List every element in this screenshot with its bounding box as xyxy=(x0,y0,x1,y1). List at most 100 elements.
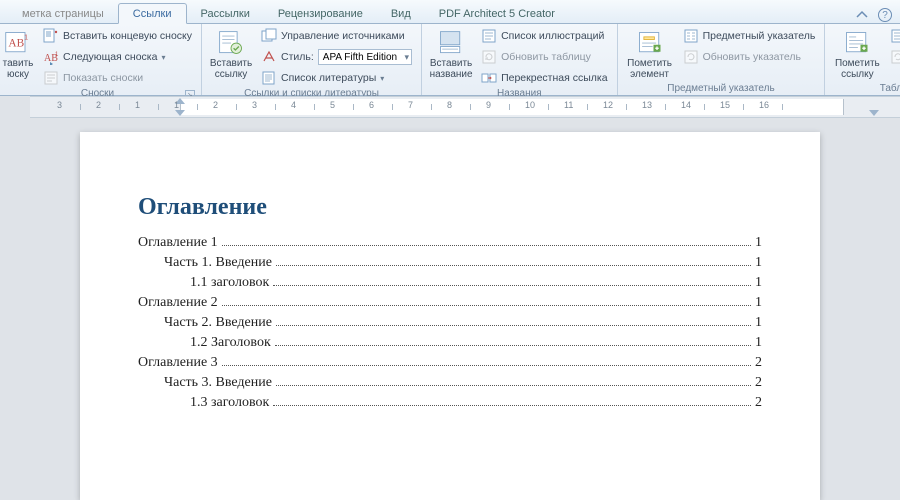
ruler-number: 12 xyxy=(603,100,613,110)
toc-entry[interactable]: 1.1 заголовок 1 xyxy=(138,275,762,291)
update-table-button[interactable]: Обновить таблицу xyxy=(478,47,610,67)
citation-style-combo[interactable]: APA Fifth Edition xyxy=(318,49,412,65)
toc-leader-dots xyxy=(222,245,751,246)
toc-leader-dots xyxy=(276,265,751,266)
toc-title: Оглавление xyxy=(138,192,762,221)
group-authorities-label: Таблица ссылок xyxy=(831,83,900,96)
manage-sources-button[interactable]: Управление источниками xyxy=(258,26,415,46)
toc-entry[interactable]: Часть 3. Введение 2 xyxy=(138,375,762,391)
mark-citation-button[interactable]: Пометить ссылку xyxy=(831,26,883,83)
bibliography-button[interactable]: Список литературы ▾ xyxy=(258,68,415,88)
toc-entry-text: 1.1 заголовок xyxy=(190,275,269,291)
right-indent-marker[interactable] xyxy=(869,110,879,116)
tab-view[interactable]: Вид xyxy=(377,4,425,23)
toc-leader-dots xyxy=(276,385,751,386)
chevron-down-icon: ▾ xyxy=(161,53,165,62)
toc-page-number: 2 xyxy=(755,395,762,411)
ribbon: AB1 тавить юску Вставить концевую сноску… xyxy=(0,24,900,96)
group-captions: Вставить название Список иллюстраций Обн… xyxy=(422,24,617,95)
toc-entry[interactable]: Часть 2. Введение 1 xyxy=(138,315,762,331)
footnote-icon: AB1 xyxy=(4,29,32,57)
insert-footnote-button-truncated[interactable]: AB1 тавить юску xyxy=(0,26,36,83)
tab-review[interactable]: Рецензирование xyxy=(264,4,377,23)
tab-pdf-architect[interactable]: PDF Architect 5 Creator xyxy=(425,4,569,23)
toc-entry-text: Оглавление 3 xyxy=(138,355,218,371)
group-citations: Вставить ссылку Управление источниками С… xyxy=(202,24,422,95)
list-of-figures-icon xyxy=(481,28,497,44)
toc-entry[interactable]: Оглавление 3 2 xyxy=(138,355,762,371)
toc-entry[interactable]: Оглавление 2 1 xyxy=(138,295,762,311)
list-of-figures-label: Список иллюстраций xyxy=(501,30,604,42)
insert-index-icon xyxy=(683,28,699,44)
toc-entry-text: Часть 3. Введение xyxy=(164,375,272,391)
ruler-number: 3 xyxy=(57,100,62,110)
toc-entry-text: 1.2 Заголовок xyxy=(190,335,271,351)
toc-page-number: 1 xyxy=(755,235,762,251)
toc-entry[interactable]: Оглавление 1 1 xyxy=(138,235,762,251)
endnote-icon xyxy=(43,28,59,44)
mark-citation-icon xyxy=(843,29,871,57)
document-workspace[interactable]: Оглавление Оглавление 1 1Часть 1. Введен… xyxy=(0,118,900,500)
show-notes-button[interactable]: Показать сноски xyxy=(40,68,195,88)
document-page[interactable]: Оглавление Оглавление 1 1Часть 1. Введен… xyxy=(80,132,820,500)
insert-citation-label: Вставить ссылку xyxy=(210,59,252,80)
ruler-number: 11 xyxy=(564,100,573,110)
insert-citation-button[interactable]: Вставить ссылку xyxy=(208,26,254,83)
cross-reference-label: Перекрестная ссылка xyxy=(501,72,607,84)
manage-sources-icon xyxy=(261,28,277,44)
toc-entry-text: Оглавление 1 xyxy=(138,235,218,251)
ribbon-tabstrip: метка страницы Ссылки Рассылки Рецензиро… xyxy=(0,0,900,24)
caption-icon xyxy=(437,29,465,57)
toc-leader-dots xyxy=(222,365,751,366)
list-of-figures-button[interactable]: Список иллюстраций xyxy=(478,26,610,46)
next-footnote-icon: AB1 xyxy=(43,49,59,65)
toc-entry[interactable]: 1.3 заголовок 2 xyxy=(138,395,762,411)
help-icon[interactable]: ? xyxy=(878,8,892,22)
hanging-indent-marker[interactable] xyxy=(175,110,185,116)
table-of-contents: Оглавление 1 1Часть 1. Введение 11.1 заг… xyxy=(138,235,762,411)
update-index-button[interactable]: Обновить указатель xyxy=(680,47,819,67)
chevron-down-icon: ▾ xyxy=(380,74,384,83)
toc-entry[interactable]: Часть 1. Введение 1 xyxy=(138,255,762,271)
next-footnote-button[interactable]: AB1 Следующая сноска ▾ xyxy=(40,47,195,67)
toc-page-number: 1 xyxy=(755,295,762,311)
toa-icon xyxy=(890,28,900,44)
toc-leader-dots xyxy=(275,345,751,346)
toc-leader-dots xyxy=(276,325,751,326)
citation-icon xyxy=(217,29,245,57)
toc-leader-dots xyxy=(273,285,751,286)
insert-caption-button[interactable]: Вставить название xyxy=(428,26,474,83)
show-notes-icon xyxy=(43,70,59,86)
group-index-label: Предметный указатель xyxy=(624,83,819,96)
insert-endnote-button[interactable]: Вставить концевую сноску xyxy=(40,26,195,46)
update-toa-button[interactable]: Обновить таблицу xyxy=(887,47,900,67)
ruler-number: 5 xyxy=(330,100,335,110)
minimize-ribbon-icon[interactable] xyxy=(854,7,870,23)
show-notes-label: Показать сноски xyxy=(63,72,143,84)
style-icon xyxy=(261,49,277,65)
insert-footnote-label: тавить юску xyxy=(3,59,34,80)
horizontal-ruler[interactable]: 32112345678910111213141516 xyxy=(30,96,900,118)
insert-toa-button[interactable]: Таблица ссылок xyxy=(887,26,900,46)
toc-entry-text: 1.3 заголовок xyxy=(190,395,269,411)
toc-page-number: 2 xyxy=(755,375,762,391)
tab-mailings[interactable]: Рассылки xyxy=(187,4,264,23)
mark-entry-button[interactable]: Пометить элемент xyxy=(624,26,676,83)
update-table-label: Обновить таблицу xyxy=(501,51,591,63)
toc-page-number: 1 xyxy=(755,315,762,331)
insert-index-label: Предметный указатель xyxy=(703,30,816,42)
insert-index-button[interactable]: Предметный указатель xyxy=(680,26,819,46)
ruler-number: 16 xyxy=(759,100,769,110)
toc-entry-text: Часть 1. Введение xyxy=(164,255,272,271)
update-index-label: Обновить указатель xyxy=(703,51,801,63)
ruler-number: 10 xyxy=(525,100,535,110)
cross-reference-button[interactable]: Перекрестная ссылка xyxy=(478,68,610,88)
group-index: Пометить элемент Предметный указатель Об… xyxy=(618,24,826,95)
toc-page-number: 1 xyxy=(755,255,762,271)
tab-page-layout-truncated[interactable]: метка страницы xyxy=(8,4,118,23)
ruler-area: 32112345678910111213141516 xyxy=(0,96,900,118)
svg-text:1: 1 xyxy=(55,52,59,58)
toc-entry[interactable]: 1.2 Заголовок 1 xyxy=(138,335,762,351)
citation-style-row: Стиль: APA Fifth Edition xyxy=(258,47,415,67)
tab-references[interactable]: Ссылки xyxy=(118,3,187,24)
